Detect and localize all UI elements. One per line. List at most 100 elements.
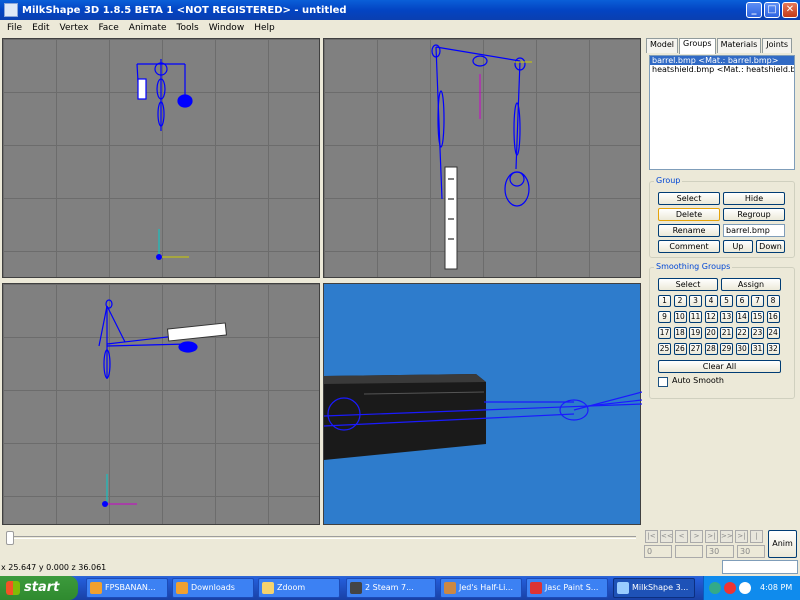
prev-key-button[interactable]: <<	[660, 530, 673, 543]
group-regroup-button[interactable]: Regroup	[723, 208, 785, 221]
viewport-top[interactable]	[2, 283, 320, 525]
clear-all-button[interactable]: Clear All	[658, 360, 781, 373]
smoothing-group-button-23[interactable]: 23	[751, 327, 764, 339]
group-select-button[interactable]: Select	[658, 192, 720, 205]
smoothing-group-button-6[interactable]: 6	[735, 295, 749, 307]
viewport-3d[interactable]	[323, 283, 642, 525]
tab-groups[interactable]: Groups	[679, 38, 716, 54]
frame-slider-track[interactable]	[8, 536, 636, 539]
tray-icon[interactable]	[739, 582, 751, 594]
smoothing-group-button-27[interactable]: 27	[689, 343, 702, 355]
prev-frame-button[interactable]: <	[675, 530, 688, 543]
tray-icon[interactable]	[724, 582, 736, 594]
smoothing-group-button-21[interactable]: 21	[720, 327, 733, 339]
maximize-button[interactable]: □	[764, 2, 780, 18]
tray-icon[interactable]	[709, 582, 721, 594]
start-button[interactable]: start	[0, 576, 78, 600]
smoothing-group-button-10[interactable]: 10	[673, 311, 687, 323]
menu-face[interactable]: Face	[93, 23, 123, 33]
taskbar-item[interactable]: Zdoom	[258, 578, 340, 598]
frame-current-field[interactable]	[675, 545, 703, 558]
viewport-side[interactable]	[323, 38, 641, 278]
menu-animate[interactable]: Animate	[124, 23, 172, 33]
app-icon	[444, 582, 456, 594]
smoothing-group-button-2[interactable]: 2	[673, 295, 687, 307]
groups-list[interactable]: barrel.bmp <Mat.: barrel.bmp> heatshield…	[649, 55, 795, 170]
list-item[interactable]: barrel.bmp <Mat.: barrel.bmp>	[650, 56, 794, 65]
menu-window[interactable]: Window	[204, 23, 250, 33]
smoothing-select-button[interactable]: Select	[658, 278, 718, 291]
smoothing-group-button-22[interactable]: 22	[735, 327, 749, 339]
smoothing-group-button-17[interactable]: 17	[658, 327, 671, 339]
smoothing-group-button-18[interactable]: 18	[673, 327, 687, 339]
minimize-button[interactable]: _	[746, 2, 762, 18]
smoothing-group-button-15[interactable]: 15	[751, 311, 764, 323]
smoothing-assign-button[interactable]: Assign	[721, 278, 781, 291]
smoothing-group-button-29[interactable]: 29	[720, 343, 733, 355]
smoothing-group-button-14[interactable]: 14	[735, 311, 749, 323]
group-rename-button[interactable]: Rename	[658, 224, 720, 237]
taskbar-item[interactable]: MilkShape 3...	[613, 578, 695, 598]
taskbar-item[interactable]: Downloads	[172, 578, 254, 598]
smoothing-group-button-3[interactable]: 3	[689, 295, 702, 307]
next-key-button[interactable]: >>	[720, 530, 733, 543]
smoothing-group-button-32[interactable]: 32	[766, 343, 780, 355]
menu-vertex[interactable]: Vertex	[55, 23, 94, 33]
group-hide-button[interactable]: Hide	[723, 192, 785, 205]
smoothing-group-button-24[interactable]: 24	[766, 327, 780, 339]
menu-tools[interactable]: Tools	[172, 23, 204, 33]
wireframe-front	[136, 59, 193, 260]
smoothing-group-button-13[interactable]: 13	[720, 311, 733, 323]
smoothing-group-button-7[interactable]: 7	[751, 295, 764, 307]
smoothing-group-button-9[interactable]: 9	[658, 311, 671, 323]
smoothing-group-button-16[interactable]: 16	[766, 311, 780, 323]
viewport-front[interactable]	[2, 38, 320, 278]
group-down-button[interactable]: Down	[756, 240, 785, 253]
smoothing-group-button-1[interactable]: 1	[658, 295, 671, 307]
smoothing-group-button-28[interactable]: 28	[704, 343, 718, 355]
smoothing-group-button-30[interactable]: 30	[735, 343, 749, 355]
loop-button[interactable]: |	[750, 530, 763, 543]
frame-start-field[interactable]: 0	[644, 545, 672, 558]
frame-total-field[interactable]: 30	[737, 545, 765, 558]
auto-smooth-checkbox[interactable]	[658, 377, 668, 387]
list-item[interactable]: heatshield.bmp <Mat.: heatshield.bmp>	[650, 65, 794, 74]
smoothing-group-button-25[interactable]: 25	[658, 343, 671, 355]
smoothing-group-button-26[interactable]: 26	[673, 343, 687, 355]
smoothing-group-button-4[interactable]: 4	[704, 295, 718, 307]
smoothing-group-button-8[interactable]: 8	[766, 295, 780, 307]
first-frame-button[interactable]: |<	[645, 530, 658, 543]
smoothing-group-button-5[interactable]: 5	[720, 295, 733, 307]
group-delete-button[interactable]: Delete	[658, 208, 720, 221]
title-bar: MilkShape 3D 1.8.5 BETA 1 <NOT REGISTERE…	[0, 0, 800, 20]
group-name-field[interactable]: barrel.bmp	[723, 224, 785, 237]
tab-joints[interactable]: Joints	[762, 38, 793, 53]
taskbar-item[interactable]: Jed's Half-Li...	[440, 578, 522, 598]
tab-materials[interactable]: Materials	[716, 38, 762, 53]
smoothing-group-button-11[interactable]: 11	[689, 311, 702, 323]
taskbar-item[interactable]: FPSBANAN...	[86, 578, 168, 598]
rendered-3d-view	[324, 374, 642, 460]
play-button[interactable]: >	[690, 530, 703, 543]
taskbar-item[interactable]: Jasc Paint S...	[526, 578, 608, 598]
frame-slider-thumb[interactable]	[6, 531, 14, 545]
group-up-button[interactable]: Up	[723, 240, 753, 253]
close-button[interactable]: ✕	[782, 2, 798, 18]
next-frame-button[interactable]: >|	[705, 530, 718, 543]
smoothing-group-button-12[interactable]: 12	[704, 311, 718, 323]
smoothing-group-button-19[interactable]: 19	[689, 327, 702, 339]
anim-button[interactable]: Anim	[768, 530, 797, 558]
menu-file[interactable]: File	[2, 23, 27, 33]
taskbar-item[interactable]: 2 Steam 7...	[346, 578, 436, 598]
menu-help[interactable]: Help	[249, 23, 280, 33]
frame-end-field[interactable]: 30	[706, 545, 734, 558]
tab-model[interactable]: Model	[646, 38, 679, 53]
start-label: start	[24, 580, 60, 595]
group-section-title: Group	[654, 176, 683, 185]
steam-icon	[350, 582, 362, 594]
menu-edit[interactable]: Edit	[27, 23, 54, 33]
group-comment-button[interactable]: Comment	[658, 240, 720, 253]
last-frame-button[interactable]: >|	[735, 530, 748, 543]
smoothing-group-button-20[interactable]: 20	[704, 327, 718, 339]
smoothing-group-button-31[interactable]: 31	[751, 343, 764, 355]
